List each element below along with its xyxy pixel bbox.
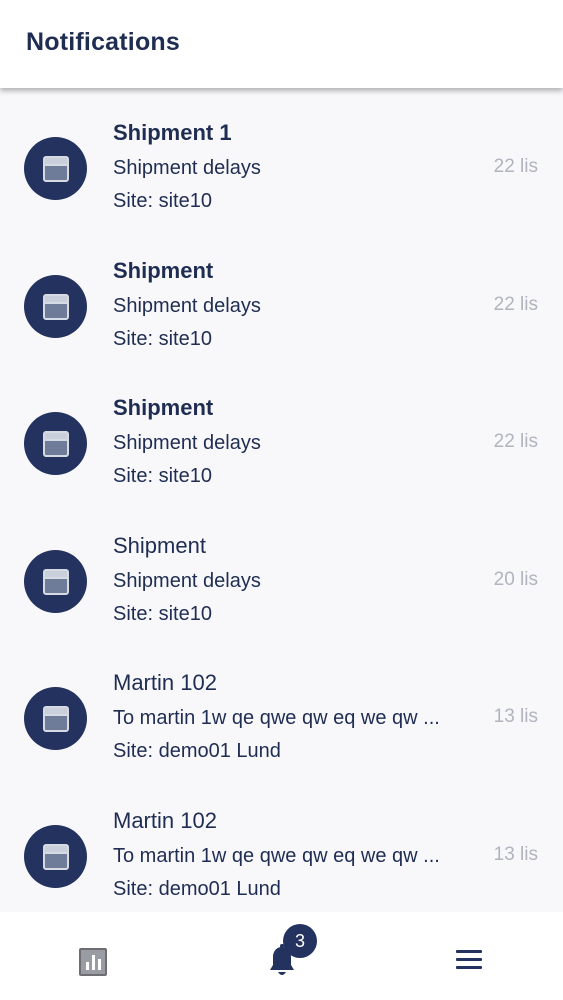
notification-avatar xyxy=(24,549,87,613)
notification-description: To martin 1w qe qwe qw eq we qw ... xyxy=(113,844,440,867)
hamburger-menu-icon xyxy=(456,950,482,970)
calendar-icon xyxy=(43,156,69,182)
notification-count-badge: 3 xyxy=(283,924,317,958)
notification-time: 13 lis xyxy=(493,843,538,865)
notification-title: Shipment 1 xyxy=(113,120,232,145)
notification-item[interactable]: Shipment Shipment delays Site: site10 22… xyxy=(0,375,563,513)
notification-avatar xyxy=(24,824,87,888)
page-title: Notifications xyxy=(26,28,180,56)
notification-item[interactable]: Shipment Shipment delays Site: site10 20… xyxy=(0,513,563,651)
notification-avatar xyxy=(24,137,87,200)
nav-notifications-button[interactable]: 3 xyxy=(222,912,342,1000)
notification-description: Shipment delays xyxy=(113,294,261,317)
notification-site: Site: site10 xyxy=(113,327,212,350)
bottom-navigation: 3 xyxy=(0,912,563,1000)
notification-time: 22 lis xyxy=(493,156,538,177)
notification-site: Site: site10 xyxy=(113,602,212,625)
notification-time: 13 lis xyxy=(493,706,538,727)
notification-item[interactable]: Shipment 1 Shipment delays Site: site10 … xyxy=(0,100,563,238)
bar-chart-icon xyxy=(79,948,107,976)
notification-title: Shipment xyxy=(113,395,214,420)
notification-site: Site: site10 xyxy=(113,465,212,487)
notification-description: Shipment delays xyxy=(113,157,261,179)
app-header: Notifications xyxy=(0,0,563,88)
notification-site: Site: demo01 Lund xyxy=(113,740,281,762)
notification-avatar xyxy=(24,687,87,750)
calendar-icon xyxy=(43,568,69,595)
notification-title: Martin 102 xyxy=(113,807,217,833)
notification-site: Site: demo01 Lund xyxy=(113,877,281,900)
notification-avatar xyxy=(24,274,87,338)
notification-description: Shipment delays xyxy=(113,432,261,454)
nav-menu-button[interactable] xyxy=(410,912,530,1000)
notification-item[interactable]: Martin 102 To martin 1w qe qwe qw eq we … xyxy=(0,650,563,788)
calendar-icon xyxy=(43,293,69,320)
calendar-icon xyxy=(43,431,69,457)
calendar-icon xyxy=(43,843,69,870)
notification-time: 22 lis xyxy=(493,431,538,452)
notification-site: Site: site10 xyxy=(113,190,212,212)
nav-stats-button[interactable] xyxy=(34,912,154,1000)
notification-time: 22 lis xyxy=(493,293,538,315)
notification-title: Shipment xyxy=(113,257,214,283)
notification-time: 20 lis xyxy=(493,568,538,590)
notification-description: Shipment delays xyxy=(113,569,261,592)
notification-description: To martin 1w qe qwe qw eq we qw ... xyxy=(113,707,440,729)
calendar-icon xyxy=(43,706,69,732)
notification-list[interactable]: Shipment 1 Shipment delays Site: site10 … xyxy=(0,100,563,912)
app-root: Notifications Shipment 1 Shipment delays… xyxy=(0,0,563,1000)
notification-avatar xyxy=(24,412,87,475)
notification-title: Shipment xyxy=(113,532,206,558)
notification-item[interactable]: Martin 102 To martin 1w qe qwe qw eq we … xyxy=(0,788,563,913)
notification-item[interactable]: Shipment Shipment delays Site: site10 22… xyxy=(0,238,563,376)
notification-title: Martin 102 xyxy=(113,670,217,695)
